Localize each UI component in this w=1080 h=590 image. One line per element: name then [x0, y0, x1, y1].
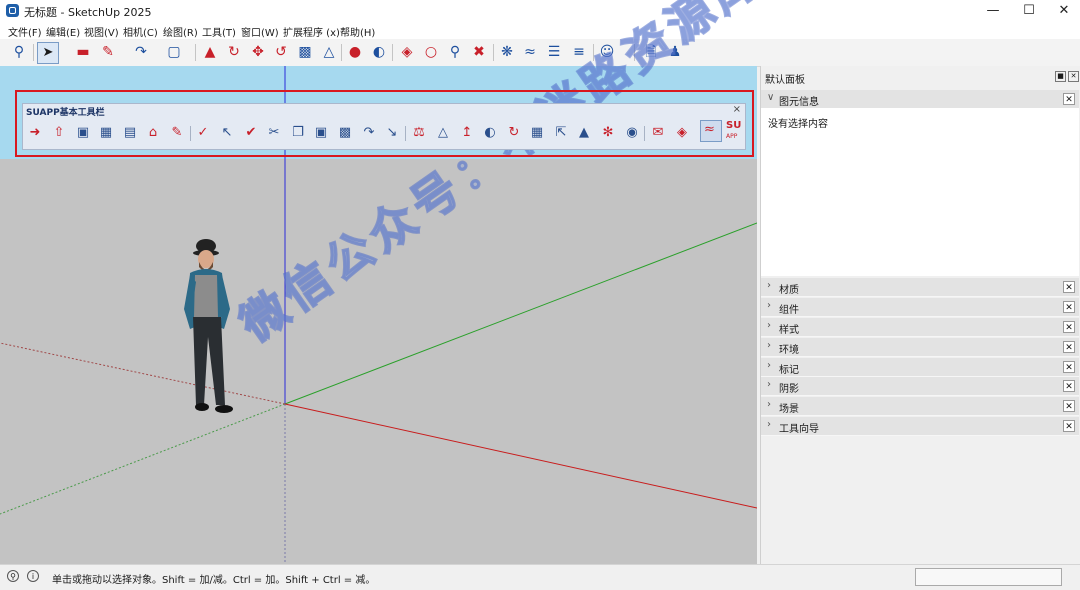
arc-icon[interactable]: ↷: [132, 43, 150, 61]
warehouse-icon[interactable]: ❋: [498, 43, 516, 61]
entity-info-status: 没有选择内容: [768, 119, 828, 130]
section-tags[interactable]: › 标记 ✕: [761, 358, 1079, 377]
title-bar: 无标题 - SketchUp 2025 — ☐ ✕: [0, 0, 1080, 22]
move-icon[interactable]: ✥: [249, 43, 267, 61]
menu-file[interactable]: 文件(F): [8, 24, 42, 39]
default-tray: 默认面板 ■ ✕ ∨ 图元信息 ✕ 没有选择内容 › 材质 ✕ › 组件 ✕ ›…: [760, 66, 1080, 564]
section-scenes[interactable]: › 场景 ✕: [761, 397, 1079, 416]
section-instructor[interactable]: › 工具向导 ✕: [761, 417, 1079, 436]
offset-icon[interactable]: △: [320, 43, 338, 61]
status-bar: ⚲ i 单击或拖动以选择对象。Shift = 加/减。Ctrl = 加。Shif…: [0, 564, 1080, 590]
close-icon[interactable]: ✕: [1063, 301, 1075, 313]
minimize-button[interactable]: —: [975, 0, 1011, 22]
push-pull-icon[interactable]: ▲: [201, 43, 219, 61]
close-icon[interactable]: ✕: [1063, 400, 1075, 412]
menu-bar: 文件(F) 编辑(E) 视图(V) 相机(C) 绘图(R) 工具(T) 窗口(W…: [0, 22, 1080, 39]
menu-extensions[interactable]: 扩展程序 (x): [283, 24, 340, 39]
follow-me-icon[interactable]: ↻: [225, 43, 243, 61]
close-icon[interactable]: ✕: [1063, 93, 1075, 105]
tray-title: 默认面板: [765, 75, 805, 86]
measurements-box[interactable]: [915, 568, 1062, 586]
scale-figure: [184, 239, 233, 413]
chevron-right-icon: ›: [767, 379, 771, 390]
menu-help[interactable]: 帮助(H): [340, 24, 375, 39]
section-label: 组件: [779, 305, 799, 316]
section-environment[interactable]: › 环境 ✕: [761, 338, 1079, 357]
toolbar-divider: [493, 44, 494, 61]
close-icon[interactable]: ✕: [1063, 281, 1075, 293]
chevron-right-icon: ›: [767, 419, 771, 430]
green-axis-hidden: [0, 403, 286, 515]
chevron-right-icon: ›: [767, 280, 771, 291]
menu-camera[interactable]: 相机(C): [123, 24, 158, 39]
select-arrow-icon[interactable]: ➤: [37, 42, 59, 64]
section-label: 材质: [779, 285, 799, 296]
eraser-icon[interactable]: ▬: [74, 43, 92, 61]
main-toolbar: ⚲ ▬ ✎ ↷ ▢ ▲ ↻ ✥ ↺ ▩ △ ● ◐ ◈ ○ ⚲ ✖ ❋ ≈ ☰ …: [0, 39, 1080, 67]
section-styles[interactable]: › 样式 ✕: [761, 318, 1079, 337]
red-axis: [284, 403, 757, 509]
section-shadows[interactable]: › 阴影 ✕: [761, 377, 1079, 396]
pencil-icon[interactable]: ✎: [99, 43, 117, 61]
entity-info-header[interactable]: ∨ 图元信息 ✕: [761, 90, 1079, 108]
close-icon[interactable]: ✕: [1063, 341, 1075, 353]
chevron-right-icon: ›: [767, 360, 771, 371]
menu-view[interactable]: 视图(V): [84, 24, 119, 39]
scale-icon[interactable]: ▩: [296, 43, 314, 61]
toolbar-divider: [341, 44, 342, 61]
chevron-right-icon: ›: [767, 399, 771, 410]
menu-window[interactable]: 窗口(W): [241, 24, 279, 39]
rotate-icon[interactable]: ↺: [272, 43, 290, 61]
chevron-right-icon: ›: [767, 300, 771, 311]
section-components[interactable]: › 组件 ✕: [761, 298, 1079, 317]
tray-close-icon[interactable]: ✕: [1068, 71, 1079, 82]
close-button[interactable]: ✕: [1046, 0, 1080, 22]
pin-icon[interactable]: ■: [1055, 71, 1066, 82]
protractor-icon[interactable]: ◐: [370, 43, 388, 61]
section-label: 工具向导: [779, 424, 819, 435]
orbit-icon[interactable]: ○: [422, 43, 440, 61]
section-label: 阴影: [779, 384, 799, 395]
entity-info-body: 没有选择内容: [761, 108, 1079, 276]
section-label: 样式: [779, 325, 799, 336]
close-icon[interactable]: ✕: [1063, 321, 1075, 333]
section-label: 场景: [779, 404, 799, 415]
entity-info-label: 图元信息: [779, 97, 819, 108]
zoom-extents-icon[interactable]: ✖: [470, 43, 488, 61]
toolbar-divider: [33, 44, 34, 61]
window-title: 无标题 - SketchUp 2025: [24, 6, 152, 19]
section-label: 标记: [779, 365, 799, 376]
toolbar-divider: [195, 44, 196, 61]
search-icon[interactable]: ⚲: [10, 43, 28, 61]
close-icon[interactable]: ✕: [1063, 420, 1075, 432]
chevron-right-icon: ›: [767, 320, 771, 331]
section-materials[interactable]: › 材质 ✕: [761, 278, 1079, 297]
chevron-right-icon: ›: [767, 340, 771, 351]
menu-tools[interactable]: 工具(T): [202, 24, 236, 39]
menu-draw[interactable]: 绘图(R): [163, 24, 198, 39]
toolbar-divider: [392, 44, 393, 61]
layout-icon[interactable]: ☰: [545, 43, 563, 61]
extension-warehouse-icon[interactable]: ≈: [521, 43, 539, 61]
section-label: 环境: [779, 345, 799, 356]
tape-measure-icon[interactable]: ●: [346, 43, 364, 61]
status-text: 单击或拖动以选择对象。Shift = 加/减。Ctrl = 加。Shift + …: [52, 575, 376, 586]
info-icon[interactable]: i: [27, 570, 39, 582]
highlight-frame: [15, 90, 754, 157]
chevron-down-icon: ∨: [767, 92, 775, 103]
geolocation-icon[interactable]: ⚲: [7, 570, 19, 582]
close-icon[interactable]: ✕: [1063, 380, 1075, 392]
close-icon[interactable]: ✕: [1063, 361, 1075, 373]
menu-edit[interactable]: 编辑(E): [46, 24, 80, 39]
section-icon[interactable]: ◈: [398, 43, 416, 61]
rectangle-icon[interactable]: ▢: [165, 43, 183, 61]
maximize-button[interactable]: ☐: [1011, 0, 1047, 22]
zoom-icon[interactable]: ⚲: [446, 43, 464, 61]
sketchup-logo-icon: [6, 4, 19, 17]
